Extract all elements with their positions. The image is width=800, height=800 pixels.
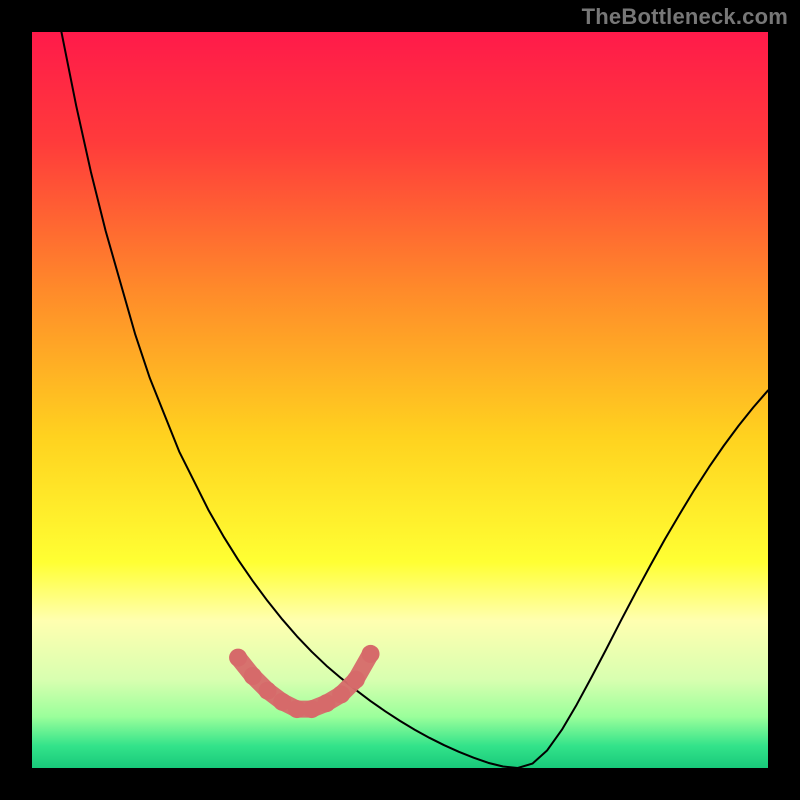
- marker-dot: [259, 682, 277, 700]
- watermark-label: TheBottleneck.com: [582, 4, 788, 30]
- chart-frame: TheBottleneck.com: [0, 0, 800, 800]
- chart-svg: [32, 32, 768, 768]
- marker-dot: [347, 671, 365, 689]
- marker-dot: [244, 667, 262, 685]
- marker-dot: [362, 645, 380, 663]
- marker-dot: [332, 685, 350, 703]
- marker-dot: [229, 649, 247, 667]
- gradient-background: [32, 32, 768, 768]
- plot-area: [32, 32, 768, 768]
